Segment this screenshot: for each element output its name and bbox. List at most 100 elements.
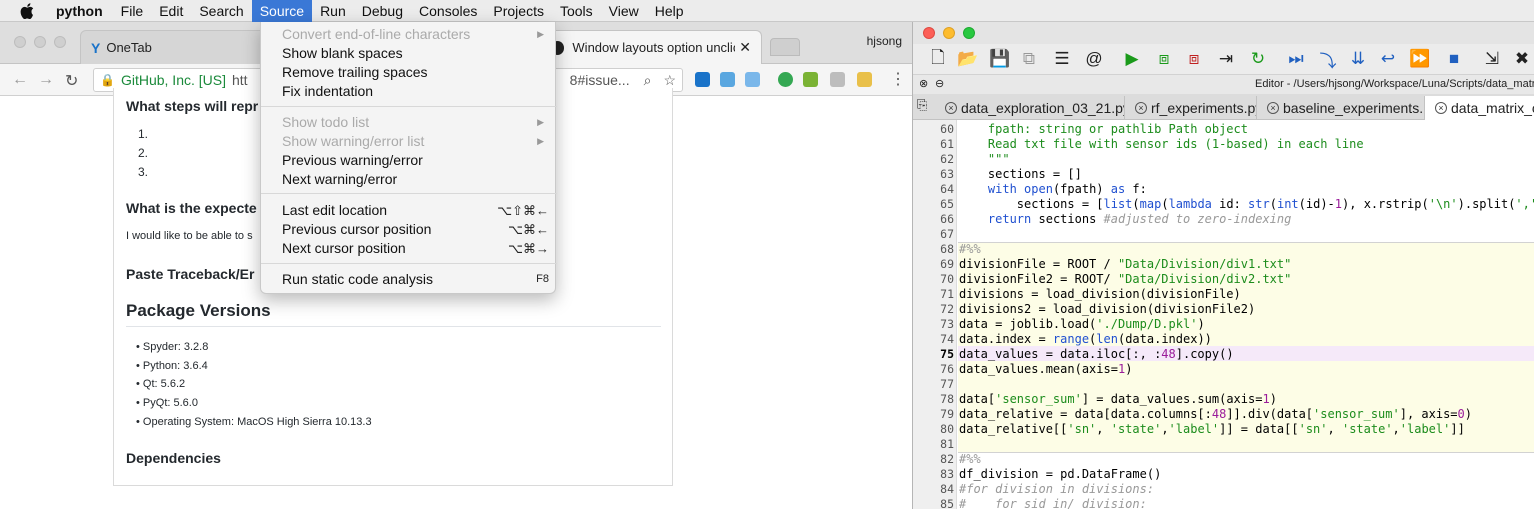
menu-item-run-static-analysis[interactable]: Run static code analysis F8 bbox=[261, 270, 557, 289]
menu-item-next-cursor-position[interactable]: Next cursor position ⌥⌘→ bbox=[261, 239, 557, 258]
new-file-icon[interactable]: 🗋 bbox=[927, 48, 949, 70]
editor-tab[interactable]: × baseline_experiments.py bbox=[1257, 96, 1425, 120]
grammarly-icon[interactable] bbox=[778, 72, 793, 87]
apple-icon[interactable] bbox=[20, 2, 40, 19]
window-minimize-button[interactable] bbox=[34, 36, 46, 48]
step-icon[interactable]: ⤵ bbox=[1317, 48, 1339, 71]
code-line: # for sid in/ division: bbox=[959, 497, 1147, 509]
line-number: 80 bbox=[940, 422, 954, 436]
save-icon[interactable]: 💾 bbox=[989, 48, 1011, 70]
run-icon[interactable]: ▶ bbox=[1121, 48, 1143, 70]
menu-item-fix-indentation[interactable]: Fix indentation bbox=[261, 82, 557, 101]
menu-consoles[interactable]: Consoles bbox=[411, 0, 485, 22]
browse-tabs-icon[interactable]: ⎘ bbox=[917, 97, 927, 113]
run-cell-advance-icon[interactable]: ⧈ bbox=[1183, 48, 1205, 70]
download-extension-icon[interactable] bbox=[803, 72, 818, 87]
line-number: 76 bbox=[940, 362, 954, 376]
menu-separator bbox=[261, 263, 557, 264]
step-return-icon[interactable]: ↩ bbox=[1377, 48, 1399, 70]
window-close-button[interactable] bbox=[923, 27, 935, 39]
tab-close-icon[interactable]: ✕ bbox=[739, 39, 751, 56]
menu-item-last-edit-location[interactable]: Last edit location ⌥⇧⌘← bbox=[261, 201, 557, 220]
code-editor[interactable]: 60 61 62 63 64 65 66 67 68 69 70 71 72 73 74 75 76 77 78 79… bbox=[913, 120, 1534, 509]
code-line: data.index = range(len(data.index)) bbox=[959, 332, 1212, 346]
line-number: 75 bbox=[940, 347, 954, 361]
code-line: data_values.mean(axis=1) bbox=[959, 362, 1133, 376]
lock-icon: 🔒 bbox=[100, 73, 115, 87]
run-selection-icon[interactable]: ⇥ bbox=[1215, 48, 1237, 70]
extension-icon[interactable] bbox=[745, 72, 760, 87]
forward-arrow-icon[interactable]: → bbox=[38, 71, 54, 89]
search-icon[interactable]: ⌕ bbox=[644, 72, 652, 89]
menu-edit[interactable]: Edit bbox=[151, 0, 191, 22]
editor-tab[interactable]: × data_exploration_03_21.py bbox=[935, 96, 1125, 120]
continue-icon[interactable]: ⏩ bbox=[1409, 48, 1431, 70]
menu-item-previous-warning[interactable]: Previous warning/error bbox=[261, 151, 557, 170]
steps-item: 3. bbox=[138, 165, 149, 179]
new-tab-button[interactable] bbox=[770, 38, 800, 56]
debug-icon[interactable]: ⏭ bbox=[1285, 48, 1307, 70]
menu-tools[interactable]: Tools bbox=[552, 0, 601, 22]
url-suffix: 8#issue... bbox=[569, 72, 630, 88]
rerun-icon[interactable]: ↻ bbox=[1247, 48, 1269, 70]
tab-close-icon[interactable]: × bbox=[1135, 102, 1147, 114]
at-icon[interactable]: @ bbox=[1083, 48, 1105, 70]
menu-projects[interactable]: Projects bbox=[485, 0, 552, 22]
maximize-pane-icon[interactable]: ⇲ bbox=[1481, 48, 1503, 70]
code-line: return sections #adjusted to zero-indexi… bbox=[987, 212, 1292, 226]
menu-file[interactable]: File bbox=[113, 0, 152, 22]
line-number: 79 bbox=[940, 407, 954, 421]
step-into-icon[interactable]: ⇊ bbox=[1347, 48, 1369, 70]
new-badge-extension-icon[interactable] bbox=[857, 72, 872, 87]
tab-label: OneTab bbox=[106, 40, 152, 55]
undock-icon[interactable]: ⊖ bbox=[935, 77, 944, 90]
menu-item-remove-trailing-spaces[interactable]: Remove trailing spaces bbox=[261, 63, 557, 82]
onetab-icon: Y bbox=[91, 39, 101, 56]
editor-tab-active[interactable]: ×data_matrix_cre bbox=[1425, 96, 1534, 120]
onetab-extension-icon[interactable] bbox=[695, 72, 710, 87]
menu-help[interactable]: Help bbox=[647, 0, 692, 22]
window-minimize-button[interactable] bbox=[943, 27, 955, 39]
tab-close-icon[interactable]: × bbox=[1435, 102, 1447, 114]
version-item: • Qt: 5.6.2 bbox=[136, 378, 186, 390]
list-icon[interactable]: ☰ bbox=[1051, 48, 1073, 70]
line-number: 65 bbox=[940, 197, 954, 211]
stop-icon[interactable]: ■ bbox=[1443, 48, 1465, 70]
menu-search[interactable]: Search bbox=[191, 0, 251, 22]
extension-icon[interactable] bbox=[720, 72, 735, 87]
menu-item-next-warning[interactable]: Next warning/error bbox=[261, 170, 557, 189]
line-number: 84 bbox=[940, 482, 954, 496]
close-pane-icon[interactable]: ⊗ bbox=[919, 77, 928, 90]
menu-view[interactable]: View bbox=[601, 0, 647, 22]
reload-icon[interactable]: ↻ bbox=[65, 71, 78, 91]
window-close-button[interactable] bbox=[14, 36, 26, 48]
browser-tab-active[interactable]: Window layouts option unclick ✕ bbox=[540, 30, 762, 64]
profile-name[interactable]: hjsong bbox=[867, 34, 902, 48]
menu-item-previous-cursor-position[interactable]: Previous cursor position ⌥⌘← bbox=[261, 220, 557, 239]
tab-close-icon[interactable]: × bbox=[1267, 102, 1279, 114]
extension-icon[interactable] bbox=[830, 72, 845, 87]
browser-tab-onetab[interactable]: Y OneTab bbox=[80, 30, 270, 64]
steps-heading: What steps will repr bbox=[126, 98, 259, 114]
back-arrow-icon[interactable]: ← bbox=[12, 71, 28, 89]
window-zoom-button[interactable] bbox=[963, 27, 975, 39]
app-menu-python[interactable]: python bbox=[48, 0, 111, 22]
menu-separator bbox=[261, 193, 557, 194]
kebab-menu-icon[interactable]: ⋮ bbox=[890, 69, 906, 89]
menu-source[interactable]: Source bbox=[251, 0, 313, 22]
run-cell-icon[interactable]: ⧈ bbox=[1153, 48, 1175, 70]
editor-tab[interactable]: × rf_experiments.py bbox=[1125, 96, 1257, 120]
code-line: """ bbox=[959, 152, 1010, 166]
menu-item-show-blank-spaces[interactable]: Show blank spaces bbox=[261, 44, 557, 63]
bookmark-star-icon[interactable]: ☆ bbox=[663, 72, 676, 89]
open-file-icon[interactable]: 📂 bbox=[957, 48, 979, 70]
menu-debug[interactable]: Debug bbox=[354, 0, 411, 22]
tab-close-icon[interactable]: × bbox=[945, 102, 957, 114]
menu-run[interactable]: Run bbox=[312, 0, 354, 22]
close-pane-icon[interactable]: ✖ bbox=[1511, 48, 1533, 70]
code-line: data = joblib.load('./Dump/D.pkl') bbox=[959, 317, 1205, 331]
editor-path-label: Editor - /Users/hjsong/Workspace/Luna/Sc… bbox=[1255, 78, 1534, 90]
window-zoom-button[interactable] bbox=[54, 36, 66, 48]
line-number: 82 bbox=[940, 452, 954, 466]
save-all-icon[interactable]: ⧉ bbox=[1018, 48, 1040, 70]
